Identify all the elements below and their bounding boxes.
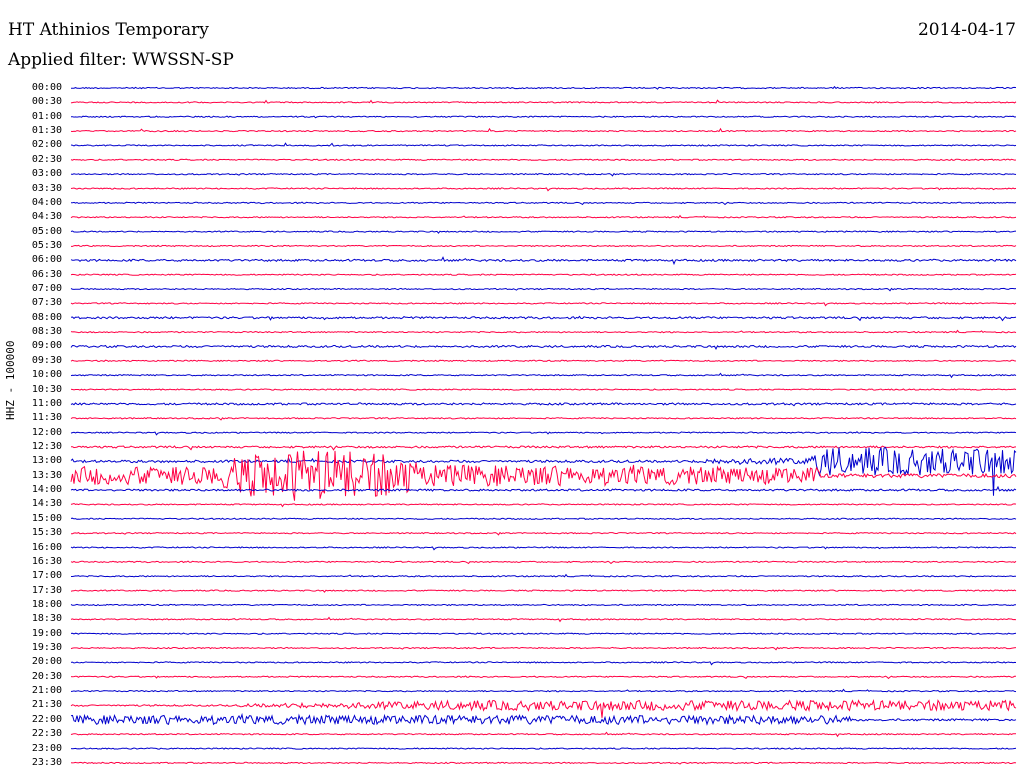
trace-line xyxy=(71,531,1017,536)
trace-line xyxy=(70,646,1017,651)
trace-line xyxy=(70,761,1017,765)
trace-line xyxy=(70,661,1017,666)
trace-line xyxy=(70,589,1017,593)
trace-line xyxy=(70,158,1017,161)
trace-line xyxy=(70,675,1017,680)
trace-line xyxy=(70,214,1017,219)
trace-line xyxy=(70,172,1017,177)
trace-line xyxy=(70,359,1017,363)
trace-line xyxy=(70,99,1017,104)
trace-line xyxy=(70,445,1017,451)
trace-line xyxy=(70,302,1017,307)
trace-line xyxy=(71,244,1017,248)
trace-line xyxy=(70,431,1017,436)
trace-line xyxy=(70,187,1017,192)
trace-line xyxy=(70,517,1017,520)
trace-line xyxy=(70,315,1017,322)
trace-line xyxy=(70,603,1017,607)
trace-line xyxy=(70,287,1017,292)
trace-line xyxy=(71,573,1017,578)
trace-line xyxy=(70,747,1017,750)
trace-line xyxy=(70,142,1017,147)
trace-line xyxy=(70,127,1017,133)
trace-line xyxy=(70,698,1017,718)
trace-line xyxy=(70,632,1017,635)
trace-line xyxy=(70,230,1017,234)
trace-line xyxy=(70,546,1017,551)
trace-line xyxy=(70,712,1017,726)
trace-line xyxy=(70,344,1017,350)
trace-line xyxy=(70,329,1017,334)
trace-line xyxy=(71,85,1017,90)
trace-line xyxy=(70,201,1017,206)
trace-line xyxy=(70,688,1017,693)
trace-line xyxy=(70,450,1017,501)
trace-line xyxy=(70,273,1017,276)
trace-line xyxy=(70,560,1017,565)
trace-line xyxy=(70,256,1017,266)
helicorder-plot xyxy=(70,85,1017,765)
trace-line xyxy=(70,502,1017,508)
trace-line xyxy=(71,115,1017,119)
trace-line xyxy=(70,417,1017,421)
trace-line xyxy=(70,372,1017,379)
trace-line xyxy=(70,616,1017,623)
trace-line xyxy=(70,485,1017,492)
trace-line xyxy=(70,402,1017,407)
trace-line xyxy=(70,388,1017,391)
trace-line xyxy=(70,731,1016,738)
